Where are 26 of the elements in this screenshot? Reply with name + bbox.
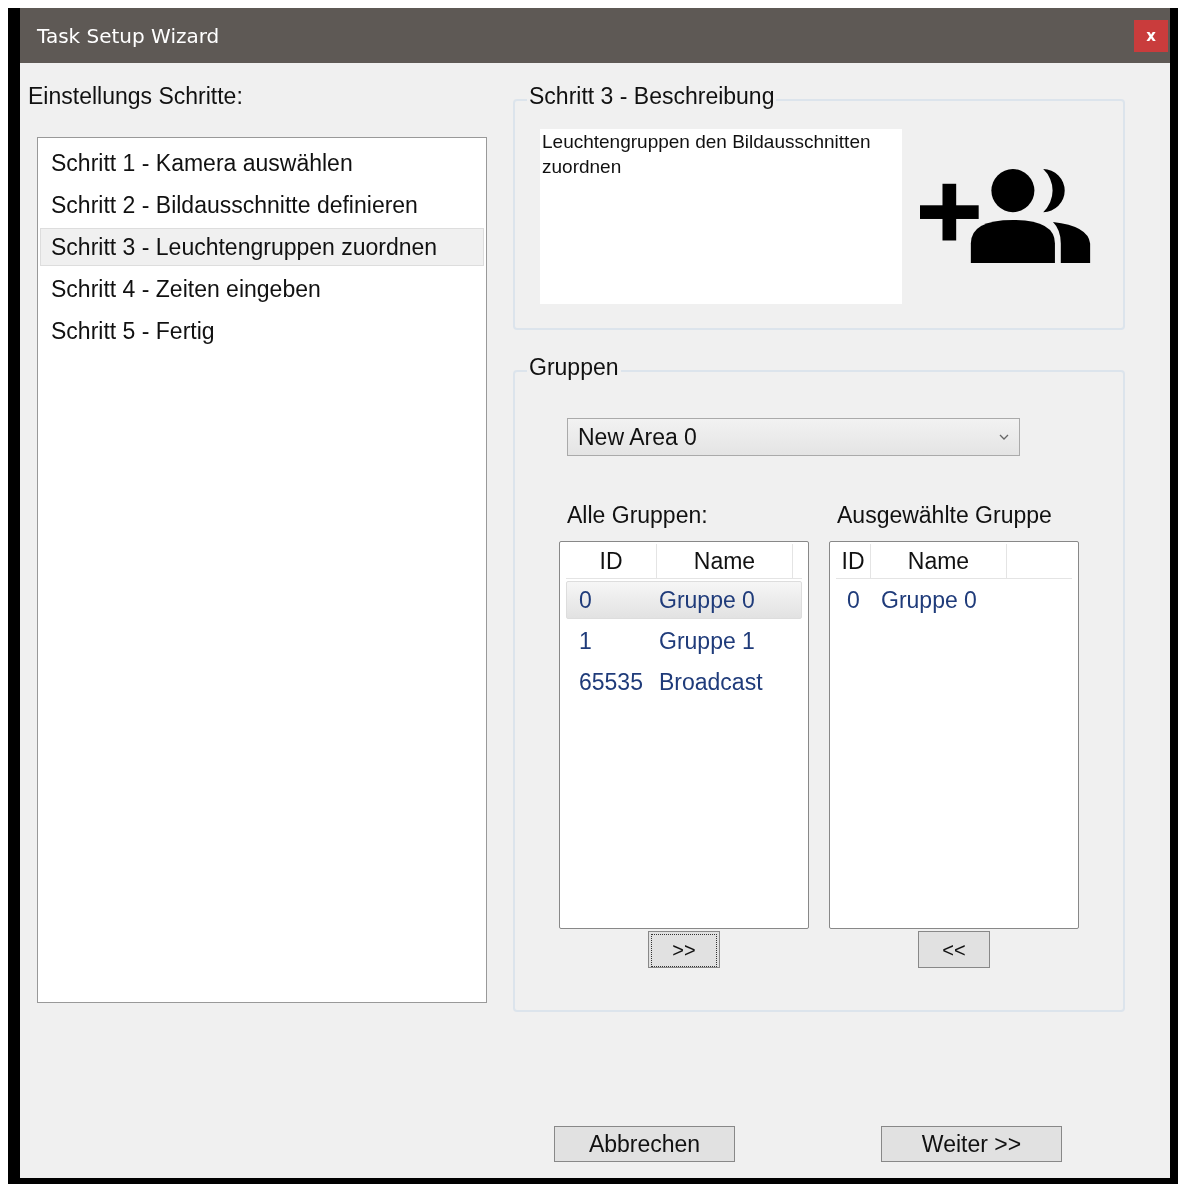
area-dropdown[interactable]: New Area 0: [567, 418, 1020, 456]
move-button[interactable]: >>: [648, 931, 720, 968]
step-item[interactable]: Schritt 2 - Bildausschnitte definieren: [40, 186, 484, 224]
group-row[interactable]: 0 Gruppe 0: [836, 581, 1072, 619]
caret-icon: [999, 434, 1009, 440]
step-item[interactable]: Schritt 1 - Kamera auswählen: [40, 144, 484, 182]
next-button[interactable]: Weiter >>: [881, 1126, 1062, 1162]
close-button[interactable]: x: [1134, 19, 1168, 52]
list-label: Ausgewählte Gruppe: [837, 502, 1052, 529]
step-item[interactable]: Schritt 5 - Fertig: [40, 312, 484, 350]
column-header[interactable]: ID: [836, 544, 871, 578]
steps-label: Einstellungs Schritte:: [28, 83, 244, 110]
group-legend: Schritt 3 - Beschreibung: [527, 83, 777, 110]
window-title: Task Setup Wizard: [37, 23, 220, 48]
column-header[interactable]: Name: [657, 544, 793, 578]
move-button[interactable]: <<: [918, 931, 990, 968]
step-item[interactable]: Schritt 4 - Zeiten eingeben: [40, 270, 484, 308]
column-header[interactable]: ID: [566, 544, 657, 578]
list-label: Alle Gruppen:: [567, 502, 708, 529]
group-row[interactable]: 1 Gruppe 1: [566, 622, 802, 660]
group-row[interactable]: 65535 Broadcast: [566, 663, 802, 701]
step-item[interactable]: Schritt 3 - Leuchtengruppen zuordnen: [40, 228, 484, 266]
column-header[interactable]: Name: [871, 544, 1007, 578]
description-text: Leuchtengruppen den Bildausschnitten zuordnen: [540, 129, 902, 304]
group-row[interactable]: 0 Gruppe 0: [566, 581, 802, 619]
cancel-button[interactable]: Abbrechen: [554, 1126, 735, 1162]
